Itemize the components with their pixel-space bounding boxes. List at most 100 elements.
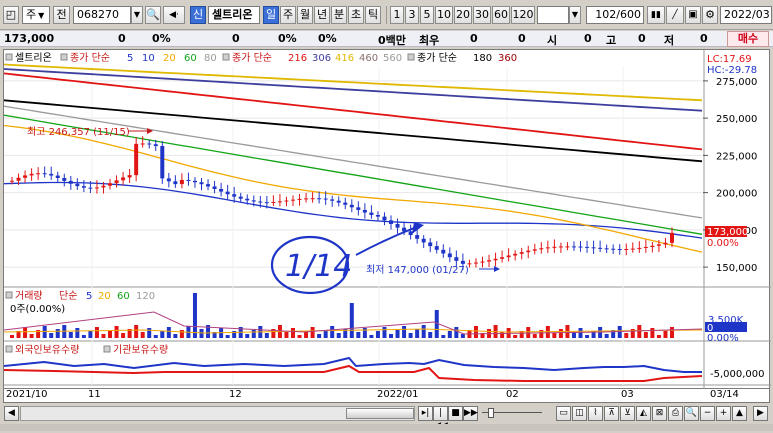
chart-settings-icon[interactable]: ▮▮ (647, 6, 665, 24)
data-count-total: /600 (616, 8, 641, 21)
candle-body (617, 249, 622, 251)
zoom-slider-handle[interactable] (488, 408, 494, 418)
line-tool-icon[interactable]: ╱ (666, 6, 684, 24)
change-percent: 0% (152, 32, 171, 45)
interval-120-button[interactable]: 120 (511, 6, 535, 24)
date-input[interactable]: 2022/03 (720, 6, 772, 24)
candle-body (114, 180, 119, 184)
candle-body (545, 247, 550, 249)
legend-square-icon (5, 291, 13, 299)
volume-bar (643, 332, 648, 338)
volume-bar (166, 327, 171, 338)
candle-body (460, 260, 465, 264)
candle-body (487, 260, 492, 262)
next-icon[interactable]: ▶▶ (463, 406, 478, 421)
interval-60-button[interactable]: 60 (492, 6, 510, 24)
period-second-button[interactable]: 초 (348, 6, 364, 24)
volume-percent: 0% (278, 32, 297, 45)
candle-body (121, 177, 126, 181)
zoom-icon[interactable]: 🔍 (684, 406, 699, 421)
tool-icon-2[interactable]: ◫ (572, 406, 587, 421)
tool-icon-6[interactable]: ◭ (636, 406, 651, 421)
plus-icon[interactable]: + (716, 406, 731, 421)
volume-bar (369, 335, 374, 338)
interval-10-button[interactable]: 10 (435, 6, 453, 24)
amount-value: 0백만 (378, 34, 406, 47)
horizontal-scrollbar-track[interactable] (20, 406, 415, 421)
qty-value: 0 (470, 32, 478, 45)
arrow-up-icon[interactable]: ▲ (732, 406, 747, 421)
legend-ma80: 80 (204, 53, 217, 64)
window-menu-icon[interactable]: ◰ (3, 6, 19, 24)
candle-body (598, 247, 603, 249)
candle-body (23, 175, 28, 178)
gear-icon[interactable]: ⚙ (702, 6, 718, 24)
stop-icon[interactable]: ■ (448, 406, 463, 421)
current-price: 173,000 (4, 32, 55, 45)
volume-bar (650, 328, 655, 338)
print-icon[interactable]: ⎙ (668, 406, 683, 421)
legend-square-icon (5, 345, 13, 353)
candle-body (186, 179, 191, 181)
jeon-button[interactable]: 전 (53, 6, 70, 24)
period-tick-button[interactable]: 틱 (365, 6, 381, 24)
period-month-button[interactable]: 월 (297, 6, 313, 24)
candle-body (454, 257, 459, 261)
period-type-select[interactable]: 주 ▼ (22, 6, 50, 24)
candle-body (160, 146, 165, 179)
scroll-end-icon[interactable]: ▸| (418, 406, 433, 421)
interval-20-button[interactable]: 20 (454, 6, 472, 24)
code-dropdown-icon[interactable]: ▼ (131, 6, 143, 24)
stock-chart[interactable]: 셀트리온 종가 단순 5 10 20 60 80 종가 단순 216 306 4… (3, 50, 771, 390)
interval-30-button[interactable]: 30 (473, 6, 491, 24)
tool-icon-4[interactable]: ⊼ (604, 406, 619, 421)
scrollbar-thumb[interactable] (346, 408, 414, 419)
x-label-03: 03 (621, 389, 634, 400)
volume-bar (245, 334, 250, 338)
candle-body (245, 198, 250, 201)
ma-line (3, 63, 703, 102)
interval-custom-input[interactable] (537, 6, 569, 24)
tool-icon-7[interactable]: ⊠ (652, 406, 667, 421)
period-week-button[interactable]: 주 (280, 6, 296, 24)
candle-body (75, 183, 80, 187)
candle-body (179, 179, 184, 185)
candle-body (578, 246, 583, 248)
first-icon[interactable]: |◀◀ (433, 406, 448, 431)
interval-dropdown-icon[interactable]: ▼ (569, 6, 581, 24)
scroll-right-icon[interactable]: ▶ (753, 406, 768, 421)
candle-body (238, 196, 243, 199)
save-icon[interactable]: ▣ (685, 6, 701, 24)
tool-icon-3[interactable]: ⌇ (588, 406, 603, 421)
interval-1-button[interactable]: 1 (390, 6, 404, 24)
candle-body (480, 261, 485, 263)
candle-body (395, 223, 400, 228)
volume-bar (317, 334, 322, 338)
interval-3-button[interactable]: 3 (405, 6, 419, 24)
interval-5-button[interactable]: 5 (420, 6, 434, 24)
candle-body (571, 246, 576, 248)
legend-simple-2: 종가 단순 (232, 52, 272, 64)
tool-icon-5[interactable]: ⊻ (620, 406, 635, 421)
period-year-button[interactable]: 년 (314, 6, 330, 24)
search-icon[interactable]: 🔍 (145, 6, 161, 24)
chart-area[interactable]: 셀트리온 종가 단순 5 10 20 60 80 종가 단순 216 306 4… (3, 49, 771, 390)
handwritten-arrow (355, 227, 415, 256)
legend-square-icon (60, 53, 68, 61)
scroll-left-icon[interactable]: ◀ (4, 406, 19, 421)
minus-icon[interactable]: − (700, 406, 715, 421)
candle-body (317, 198, 322, 200)
stock-code-input[interactable]: 068270 (73, 6, 131, 24)
period-minute-button[interactable]: 분 (331, 6, 347, 24)
period-day-button[interactable]: 일 (263, 6, 279, 24)
buy-button[interactable]: 매수 (727, 31, 769, 47)
shin-button[interactable]: 신 (190, 6, 206, 24)
x-label-2022-01: 2022/01 (377, 389, 419, 400)
legend-ma20: 20 (163, 53, 176, 64)
speaker-icon[interactable]: ◀· (163, 6, 185, 24)
price-axis: LC:17.69 HC:-29.78 275,000 250,000 225,000… (703, 54, 757, 274)
data-count-input[interactable]: 102/600 (586, 6, 644, 24)
volume-bar (356, 332, 361, 338)
tool-icon-1[interactable]: ▭ (556, 406, 571, 421)
candle-body (643, 246, 648, 248)
